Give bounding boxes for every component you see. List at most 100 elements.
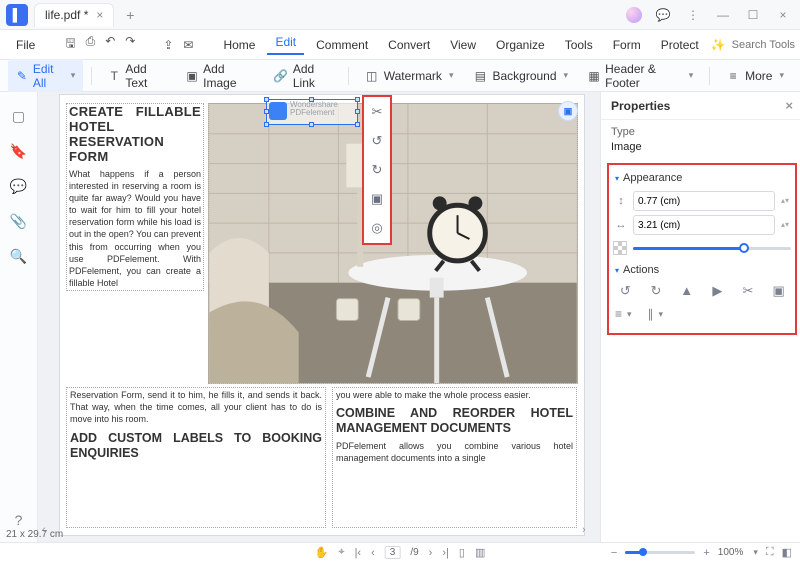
close-window-button[interactable]: × xyxy=(774,8,792,22)
first-page-icon[interactable]: |‹ xyxy=(355,547,362,559)
thumbnails-icon[interactable]: ▢ xyxy=(12,108,25,125)
menu-edit[interactable]: Edit xyxy=(267,35,304,55)
replace-action-icon[interactable]: ▣ xyxy=(766,283,791,299)
background-button[interactable]: ▤Background▾ xyxy=(465,66,576,86)
menu-protect[interactable]: Protect xyxy=(653,38,707,52)
distribute-icon[interactable]: ∥ xyxy=(648,307,654,321)
next-page-edge[interactable]: › xyxy=(582,524,596,538)
actions-header[interactable]: ▾Actions xyxy=(613,261,791,279)
chevron-down-icon: ▾ xyxy=(71,70,76,81)
menu-tools[interactable]: Tools xyxy=(557,38,601,52)
add-link-button[interactable]: 🔗Add Link xyxy=(266,59,340,93)
paragraph-2: Reservation Form, send it to him, he fil… xyxy=(70,389,322,425)
help-icon[interactable]: ? xyxy=(15,512,23,528)
appearance-actions-group: ▾Appearance ↕ ▴▾ ↔ ▴▾ ▾Actions ↺ xyxy=(607,163,797,335)
text-block-bottom-right[interactable]: you were able to make the whole process … xyxy=(332,387,577,528)
rotate-right-action-icon[interactable]: ↻ xyxy=(644,283,669,299)
select-tool-icon[interactable]: ⌖ xyxy=(338,546,344,559)
close-panel-icon[interactable]: × xyxy=(785,98,793,113)
titlebar: ▌ life.pdf * × + 💬 ⋮ — ☐ × xyxy=(0,0,800,30)
header-footer-icon: ▦ xyxy=(588,69,600,83)
selected-watermark[interactable]: WondersharePDFelement xyxy=(266,99,358,125)
file-menu[interactable]: File xyxy=(8,38,43,52)
chevron-down-icon: ▾ xyxy=(564,70,569,81)
attachments-icon[interactable]: 📎 xyxy=(10,213,27,230)
close-tab-icon[interactable]: × xyxy=(96,8,103,22)
hand-tool-icon[interactable]: ✋ xyxy=(315,546,329,559)
heading-2: ADD CUSTOM LABELS TO BOOKING ENQUIRIES xyxy=(70,431,322,461)
more-button[interactable]: ≡More▾ xyxy=(718,66,792,86)
menu-form[interactable]: Form xyxy=(605,38,649,52)
tab-title: life.pdf * xyxy=(45,8,88,22)
search-tools-input[interactable] xyxy=(732,39,800,51)
fit-page-icon[interactable]: ⛶ xyxy=(766,546,774,559)
zoom-slider[interactable] xyxy=(625,551,695,554)
comments-panel-icon[interactable]: 💬 xyxy=(10,178,27,195)
menu-view[interactable]: View xyxy=(442,38,484,52)
image-block[interactable] xyxy=(208,103,578,384)
document-tab[interactable]: life.pdf * × xyxy=(34,3,114,27)
menu-organize[interactable]: Organize xyxy=(488,38,553,52)
height-input[interactable] xyxy=(633,191,775,211)
paragraph-3: you were able to make the whole process … xyxy=(336,389,573,401)
rotate-left-action-icon[interactable]: ↺ xyxy=(613,283,638,299)
continuous-view-icon[interactable]: ▥ xyxy=(475,546,485,559)
height-stepper[interactable]: ▴▾ xyxy=(779,199,791,204)
prev-page-icon[interactable]: ‹ xyxy=(371,547,375,559)
single-page-view-icon[interactable]: ▯ xyxy=(459,546,465,559)
feedback-icon[interactable]: 💬 xyxy=(654,8,672,22)
edit-all-button[interactable]: ✎ Edit All ▾ xyxy=(8,59,83,93)
appearance-header[interactable]: ▾Appearance xyxy=(613,169,791,187)
flip-horizontal-icon[interactable]: ▶ xyxy=(705,283,730,299)
menu-convert[interactable]: Convert xyxy=(380,38,438,52)
save-icon[interactable]: 🖫 xyxy=(65,34,75,55)
opacity-slider[interactable] xyxy=(633,247,791,250)
print-icon[interactable]: ⎙ xyxy=(86,34,96,55)
next-page-icon[interactable]: › xyxy=(429,547,433,559)
text-block-left[interactable]: CREATE FILLABLE HOTEL RESERVATION FORM W… xyxy=(66,103,204,291)
crop-icon[interactable]: ✂ xyxy=(368,103,386,121)
header-footer-button[interactable]: ▦Header & Footer▾ xyxy=(580,59,701,93)
pdf-page[interactable]: CREATE FILLABLE HOTEL RESERVATION FORM W… xyxy=(60,95,584,535)
minimize-button[interactable]: — xyxy=(714,8,732,22)
rotate-left-icon[interactable]: ↺ xyxy=(368,132,386,150)
background-icon: ▤ xyxy=(473,69,487,83)
chevron-down-icon: ▾ xyxy=(689,70,694,81)
menu-home[interactable]: Home xyxy=(215,38,263,52)
add-text-button[interactable]: TAdd Text xyxy=(100,59,174,93)
canvas[interactable]: CREATE FILLABLE HOTEL RESERVATION FORM W… xyxy=(38,92,600,542)
maximize-button[interactable]: ☐ xyxy=(744,8,762,22)
page-dimensions: 21 x 29.7 cm xyxy=(6,529,63,540)
type-value: Image xyxy=(611,141,793,153)
kebab-menu-icon[interactable]: ⋮ xyxy=(684,8,702,22)
last-page-icon[interactable]: ›| xyxy=(442,547,449,559)
share-icon[interactable]: ⇪ xyxy=(163,38,173,52)
text-block-bottom-left[interactable]: Reservation Form, send it to him, he fil… xyxy=(66,387,326,528)
email-icon[interactable]: ✉ xyxy=(183,38,193,52)
watermark-button[interactable]: ◫Watermark▾ xyxy=(357,66,462,86)
width-stepper[interactable]: ▴▾ xyxy=(779,223,791,228)
add-image-button[interactable]: ▣Add Image xyxy=(178,59,262,93)
new-tab-button[interactable]: + xyxy=(120,7,140,23)
redo-icon[interactable]: ↷ xyxy=(125,34,135,55)
menu-comment[interactable]: Comment xyxy=(308,38,376,52)
zoom-value[interactable]: 100% xyxy=(718,547,744,558)
width-input[interactable] xyxy=(633,215,775,235)
zoom-in-icon[interactable]: + xyxy=(703,547,709,559)
flip-vertical-icon[interactable]: ▲ xyxy=(674,283,699,299)
user-avatar-icon[interactable] xyxy=(626,7,642,23)
align-left-icon[interactable]: ≡ xyxy=(615,307,622,321)
page-badge-icon[interactable]: ▣ xyxy=(558,101,578,121)
bookmarks-icon[interactable]: 🔖 xyxy=(10,143,27,160)
extract-image-icon[interactable]: ◎ xyxy=(368,219,386,237)
rotate-right-icon[interactable]: ↻ xyxy=(368,161,386,179)
page-number[interactable]: 3 xyxy=(390,547,396,558)
more-icon: ≡ xyxy=(726,69,740,83)
search-panel-icon[interactable]: 🔍 xyxy=(10,248,27,265)
replace-image-icon[interactable]: ▣ xyxy=(368,190,386,208)
zoom-out-icon[interactable]: − xyxy=(611,547,617,559)
undo-icon[interactable]: ↶ xyxy=(105,34,115,55)
paragraph-4: PDFelement allows you combine various ho… xyxy=(336,440,573,464)
read-mode-icon[interactable]: ◧ xyxy=(782,546,792,559)
crop-action-icon[interactable]: ✂ xyxy=(736,283,761,299)
